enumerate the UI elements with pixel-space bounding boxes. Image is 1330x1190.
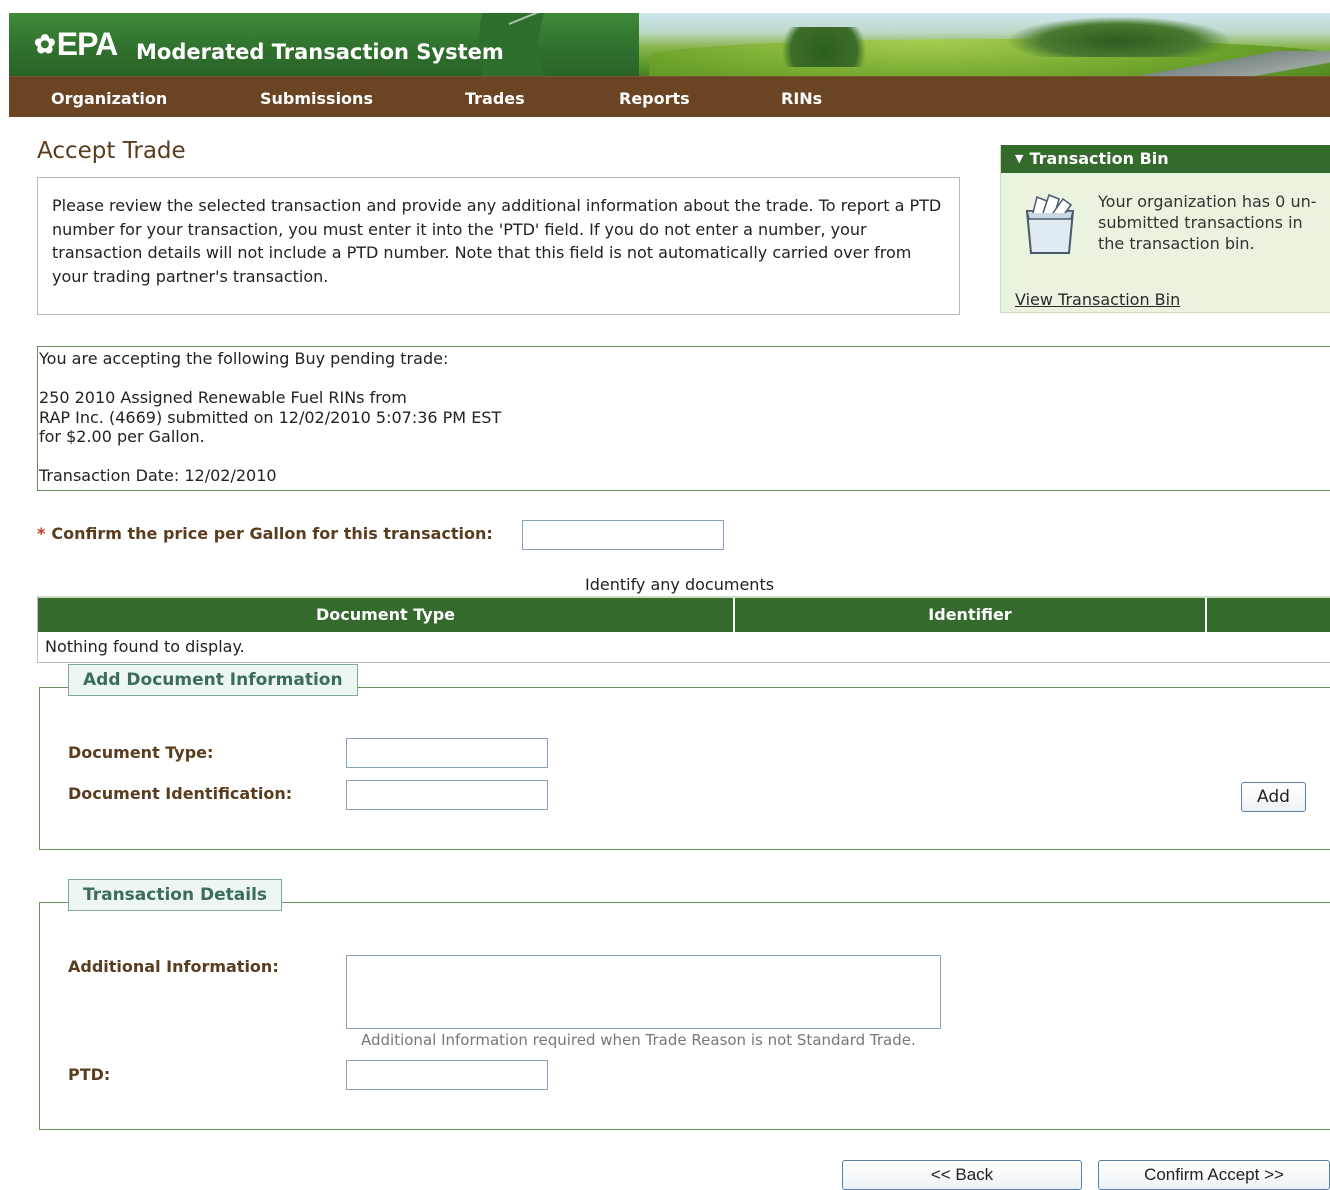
collapse-triangle-icon: ▼ bbox=[1015, 152, 1024, 165]
page-title: Accept Trade bbox=[37, 138, 186, 164]
price-confirm-text: Confirm the price per Gallon for this tr… bbox=[51, 524, 493, 543]
additional-information-textarea[interactable] bbox=[346, 955, 941, 1029]
trade-date-line: Transaction Date: 12/02/2010 bbox=[39, 466, 277, 485]
column-document-type[interactable]: Document Type bbox=[38, 598, 735, 632]
column-identifier[interactable]: Identifier bbox=[735, 598, 1207, 632]
trade-partner-line: RAP Inc. (4669) submitted on 12/02/2010 … bbox=[39, 407, 502, 427]
ptd-input[interactable] bbox=[346, 1060, 548, 1090]
header-trees bbox=[769, 27, 879, 67]
document-type-label: Document Type: bbox=[68, 743, 214, 762]
documents-empty-message: Nothing found to display. bbox=[45, 637, 245, 656]
additional-information-label: Additional Information: bbox=[68, 957, 279, 976]
transaction-bin-header[interactable]: ▼ Transaction Bin bbox=[1001, 145, 1330, 173]
nav-item-organization[interactable]: Organization bbox=[51, 89, 167, 109]
required-marker: * bbox=[37, 524, 46, 543]
transaction-bin-panel: ▼ Transaction Bin Your organization has 0… bbox=[1000, 145, 1330, 313]
intro-box: Please review the selected transaction a… bbox=[37, 177, 960, 315]
document-type-input[interactable] bbox=[346, 738, 548, 768]
column-actions bbox=[1207, 598, 1330, 632]
document-identification-label: Document Identification: bbox=[68, 784, 293, 803]
transaction-bin-message: Your organization has 0 un-submitted tra… bbox=[1098, 192, 1317, 253]
documents-table-header: Document Type Identifier bbox=[38, 596, 1330, 632]
additional-information-hint: Additional Information required when Tra… bbox=[361, 1031, 916, 1049]
back-button[interactable]: << Back bbox=[842, 1160, 1082, 1190]
transaction-bin-title: Transaction Bin bbox=[1029, 149, 1169, 168]
add-document-fieldset bbox=[39, 687, 1330, 850]
documents-caption: Identify any documents bbox=[585, 575, 775, 594]
basket-icon bbox=[1025, 194, 1075, 254]
intro-text: Please review the selected transaction a… bbox=[52, 196, 942, 286]
trade-intro-line: You are accepting the following Buy pend… bbox=[39, 349, 449, 368]
add-document-button[interactable]: Add bbox=[1241, 782, 1306, 812]
app-title: Moderated Transaction System bbox=[136, 40, 504, 64]
trade-rins-line: 250 2010 Assigned Renewable Fuel RINs fr… bbox=[39, 388, 407, 407]
price-confirm-label: * Confirm the price per Gallon for this t… bbox=[37, 524, 493, 543]
header-swoosh bbox=[479, 13, 779, 76]
document-identification-input[interactable] bbox=[346, 780, 548, 810]
nav-item-trades[interactable]: Trades bbox=[465, 89, 525, 109]
nav-item-submissions[interactable]: Submissions bbox=[260, 89, 373, 109]
transaction-details-legend: Transaction Details bbox=[68, 879, 283, 911]
ptd-label: PTD: bbox=[68, 1065, 111, 1084]
price-confirm-input[interactable] bbox=[522, 520, 724, 550]
trade-price-line: for $2.00 per Gallon. bbox=[39, 427, 205, 446]
nav-item-reports[interactable]: Reports bbox=[619, 89, 690, 109]
add-document-legend: Add Document Information bbox=[68, 664, 358, 696]
epa-logo[interactable]: ✿ EPA bbox=[34, 26, 118, 62]
documents-table: Document Type Identifier Nothing found t… bbox=[37, 596, 1330, 663]
header-road bbox=[1119, 51, 1330, 76]
nav-item-rins[interactable]: RINs bbox=[781, 89, 822, 109]
confirm-accept-button[interactable]: Confirm Accept >> bbox=[1098, 1160, 1330, 1190]
epa-logo-text: EPA bbox=[56, 26, 118, 62]
epa-flower-icon: ✿ bbox=[34, 29, 56, 59]
trade-summary-box: You are accepting the following Buy pend… bbox=[37, 346, 1330, 491]
view-transaction-bin-link[interactable]: View Transaction Bin bbox=[1015, 290, 1180, 309]
